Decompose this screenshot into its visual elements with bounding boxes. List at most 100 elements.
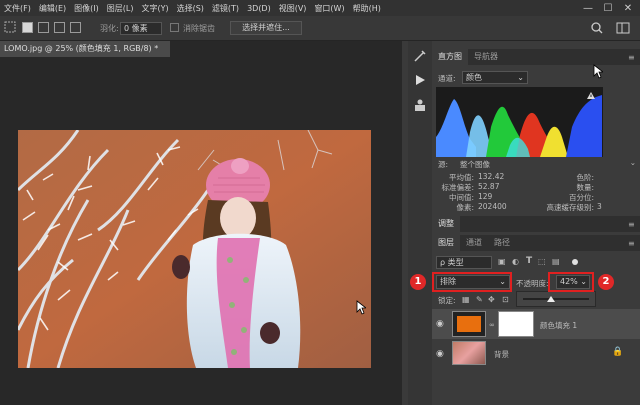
channel-select[interactable]: 颜色 ⌄ bbox=[462, 71, 528, 84]
history-icon[interactable] bbox=[413, 49, 427, 63]
options-bar: 羽化: 0 像素 消除锯齿 选择并遮住... bbox=[0, 16, 640, 41]
histogram-tabs: 直方图 导航器 bbox=[432, 49, 640, 65]
tab-paths[interactable]: 路径 bbox=[488, 235, 516, 251]
background-thumbnail[interactable] bbox=[452, 341, 486, 365]
layers-menu-icon[interactable]: ≡ bbox=[628, 239, 635, 248]
menu-bar: 文件(F) 编辑(E) 图像(I) 图层(L) 文字(Y) 选择(S) 滤镜(T… bbox=[0, 0, 640, 16]
stat-median-value: 129 bbox=[478, 192, 493, 201]
document-title: LOMO.jpg @ 25% (颜色填充 1, RGB/8) * bbox=[4, 44, 159, 53]
layer-row-color-fill[interactable]: ◉ ∞ 颜色填充 1 bbox=[432, 309, 640, 339]
cursor-icon bbox=[593, 64, 605, 81]
chevron-down-icon: ⌄ bbox=[629, 158, 636, 167]
antialias-checkbox[interactable] bbox=[170, 23, 179, 32]
close-button[interactable]: ✕ bbox=[618, 0, 638, 16]
layer-filter-select[interactable]: ρ 类型 bbox=[436, 256, 492, 269]
chevron-down-icon: ⌄ bbox=[517, 73, 524, 82]
intersect-selection-icon[interactable] bbox=[70, 22, 81, 33]
lock-transparent-icon[interactable]: ▦ bbox=[462, 295, 470, 304]
maximize-button[interactable]: ☐ bbox=[598, 0, 618, 16]
search-icon[interactable] bbox=[590, 21, 604, 35]
stat-cache-label: 高速缓存级别: bbox=[546, 203, 594, 212]
stat-mean-value: 132.42 bbox=[478, 172, 505, 181]
annotation-badge-1: 1 bbox=[410, 274, 426, 290]
lock-pixels-icon[interactable]: ✎ bbox=[476, 295, 483, 304]
menu-filter[interactable]: 滤镜(T) bbox=[208, 3, 243, 14]
layer-row-background[interactable]: ◉ 背景 🔒 bbox=[432, 339, 640, 369]
opacity-slider-thumb[interactable] bbox=[546, 296, 555, 302]
source-value: 整个图像 bbox=[460, 160, 490, 169]
menu-image[interactable]: 图像(I) bbox=[70, 3, 103, 14]
color-fill-thumbnail[interactable] bbox=[452, 311, 486, 337]
antialias-label: 消除锯齿 bbox=[183, 24, 215, 33]
menu-view[interactable]: 视图(V) bbox=[275, 3, 311, 14]
stat-stddev-value: 52.87 bbox=[478, 182, 500, 191]
source-label: 源: bbox=[438, 160, 449, 169]
right-panel: 直方图 导航器 ≡ 通道: 颜色 ⌄ 源: 整个图像 ⌄ 平均值: 132.42… bbox=[432, 41, 640, 405]
menu-edit[interactable]: 编辑(E) bbox=[35, 3, 70, 14]
link-icon: ∞ bbox=[489, 321, 495, 329]
filter-adjustment-icon[interactable]: ◐ bbox=[512, 257, 519, 266]
adjustments-menu-icon[interactable]: ≡ bbox=[628, 220, 635, 229]
menu-select[interactable]: 选择(S) bbox=[173, 3, 208, 14]
panel-icon-strip bbox=[408, 41, 432, 405]
filter-shape-icon[interactable]: ⬚ bbox=[538, 257, 546, 266]
menu-window[interactable]: 窗口(W) bbox=[310, 3, 348, 14]
panel-menu-icon[interactable]: ≡ bbox=[628, 53, 635, 62]
eye-icon[interactable]: ◉ bbox=[436, 349, 444, 359]
tab-adjustments[interactable]: 调整 bbox=[432, 216, 460, 232]
add-selection-icon[interactable] bbox=[38, 22, 49, 33]
feather-input[interactable]: 0 像素 bbox=[120, 22, 162, 35]
filter-image-icon[interactable]: ▣ bbox=[498, 257, 506, 266]
layer-mask-thumbnail[interactable] bbox=[498, 311, 534, 337]
feather-label: 羽化: bbox=[100, 24, 119, 33]
photo-canvas[interactable] bbox=[18, 130, 371, 368]
opacity-slider-popup[interactable] bbox=[516, 291, 596, 307]
subtract-selection-icon[interactable] bbox=[54, 22, 65, 33]
tab-histogram[interactable]: 直方图 bbox=[432, 49, 468, 65]
lock-label: 锁定: bbox=[438, 296, 456, 305]
eye-icon[interactable]: ◉ bbox=[436, 319, 444, 329]
annotation-badge-2: 2 bbox=[598, 274, 614, 290]
tab-layers[interactable]: 图层 bbox=[432, 235, 460, 251]
fill-color-swatch bbox=[457, 316, 481, 332]
marquee-tool-icon[interactable] bbox=[4, 21, 16, 33]
properties-icon[interactable] bbox=[413, 98, 427, 112]
filter-smart-object-icon[interactable]: ▤ bbox=[552, 257, 560, 266]
histogram-graph bbox=[436, 87, 603, 157]
opacity-label: 不透明度: bbox=[516, 279, 549, 288]
lock-position-icon[interactable]: ✥ bbox=[488, 295, 495, 304]
select-and-mask-button[interactable]: 选择并遮住... bbox=[230, 21, 302, 35]
document-tab[interactable]: LOMO.jpg @ 25% (颜色填充 1, RGB/8) * × bbox=[0, 41, 170, 69]
menu-help[interactable]: 帮助(H) bbox=[349, 3, 385, 14]
tab-navigator[interactable]: 导航器 bbox=[468, 49, 504, 65]
stat-pixels-label: 像素: bbox=[456, 203, 474, 212]
source-select[interactable]: 整个图像 ⌄ bbox=[460, 157, 636, 169]
stat-pixels-value: 202400 bbox=[478, 202, 507, 211]
blend-mode-highlight bbox=[432, 272, 512, 292]
layers-tabs: 图层 通道 路径 bbox=[432, 235, 640, 251]
new-selection-icon[interactable] bbox=[22, 22, 33, 33]
play-action-icon[interactable] bbox=[413, 73, 427, 87]
tab-channels[interactable]: 通道 bbox=[460, 235, 488, 251]
layer-name: 背景 bbox=[494, 350, 509, 359]
menu-file[interactable]: 文件(F) bbox=[0, 3, 35, 14]
channel-value: 颜色 bbox=[466, 73, 482, 82]
lock-icon: 🔒 bbox=[612, 347, 624, 357]
menu-3d[interactable]: 3D(D) bbox=[243, 4, 275, 13]
lock-artboard-icon[interactable]: ⊡ bbox=[502, 295, 509, 304]
channel-label: 通道: bbox=[438, 74, 456, 83]
menu-type[interactable]: 文字(Y) bbox=[137, 3, 172, 14]
opacity-highlight bbox=[548, 272, 594, 292]
mouse-cursor-icon bbox=[356, 300, 368, 317]
layer-filter-value: ρ 类型 bbox=[440, 258, 464, 267]
stat-cache-value: 3 bbox=[597, 202, 602, 211]
opacity-slider-track[interactable] bbox=[523, 298, 589, 300]
adjustments-tabs: 调整 bbox=[432, 216, 640, 232]
layer-name: 颜色填充 1 bbox=[540, 321, 578, 330]
filter-toggle-icon[interactable] bbox=[572, 259, 578, 265]
warning-icon[interactable] bbox=[586, 91, 596, 102]
minimize-button[interactable]: — bbox=[578, 0, 598, 16]
filter-type-icon[interactable]: T bbox=[526, 256, 532, 266]
menu-layer[interactable]: 图层(L) bbox=[103, 3, 138, 14]
workspace-icon[interactable] bbox=[616, 21, 630, 35]
